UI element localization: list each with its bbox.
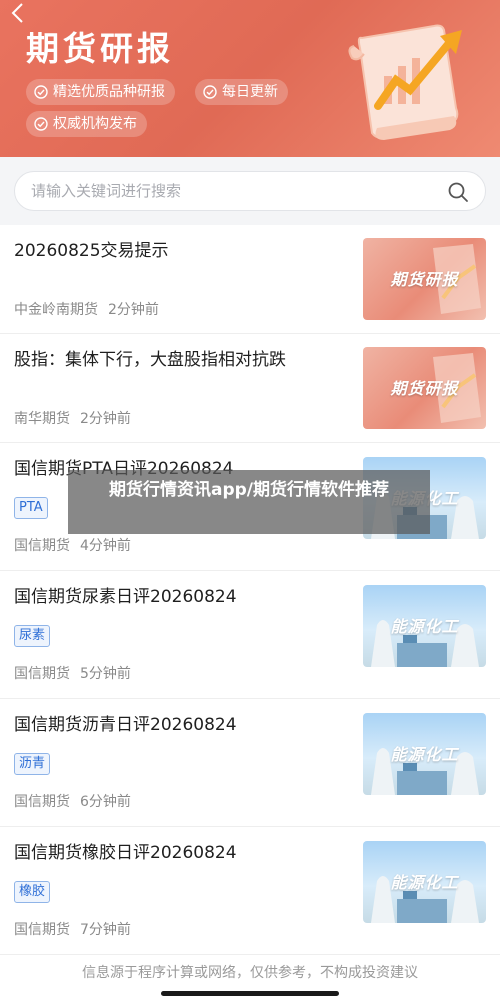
item-thumbnail: 期货研报 xyxy=(363,347,486,429)
list-item[interactable]: 股指：集体下行，大盘股指相对抗跌 南华期货 2分钟前 期货研报 xyxy=(0,334,500,443)
search-input[interactable] xyxy=(31,172,431,210)
item-title: 国信期货沥青日评20260824 xyxy=(14,715,237,735)
item-source: 国信期货 xyxy=(14,666,70,682)
search-icon[interactable] xyxy=(447,181,469,203)
feature-tag-daily: 每日更新 xyxy=(195,79,288,105)
list-item[interactable]: 国信期货橡胶日评20260824 橡胶 国信期货 7分钟前 能源化工 xyxy=(0,827,500,955)
feature-tag-label: 权威机构发布 xyxy=(53,116,137,132)
page-title: 期货研报 xyxy=(26,29,174,68)
item-time: 6分钟前 xyxy=(80,794,131,810)
item-meta: 国信期货 6分钟前 xyxy=(14,791,131,811)
header-banner: 期货研报 精选优质品种研报 每日更新 权威机构发布 xyxy=(0,0,500,157)
item-source: 国信期货 xyxy=(14,922,70,938)
home-indicator[interactable] xyxy=(161,991,339,996)
item-time: 5分钟前 xyxy=(80,666,131,682)
item-meta: 南华期货 2分钟前 xyxy=(14,408,131,428)
thumbnail-label: 能源化工 xyxy=(390,873,459,892)
item-title: 20260825交易提示 xyxy=(14,241,169,261)
feature-tag-selected: 精选优质品种研报 xyxy=(26,79,175,105)
check-circle-icon xyxy=(203,85,217,99)
item-thumbnail: 能源化工 xyxy=(363,585,486,667)
list-item[interactable]: 20260825交易提示 中金岭南期货 2分钟前 期货研报 xyxy=(0,225,500,334)
item-source: 南华期货 xyxy=(14,411,70,427)
item-meta: 中金岭南期货 2分钟前 xyxy=(14,299,159,319)
item-meta: 国信期货 5分钟前 xyxy=(14,663,131,683)
list-item[interactable]: 国信期货尿素日评20260824 尿素 国信期货 5分钟前 能源化工 xyxy=(0,571,500,699)
feature-tag-label: 精选优质品种研报 xyxy=(53,84,165,100)
item-meta: 国信期货 4分钟前 xyxy=(14,535,131,555)
thumbnail-label: 期货研报 xyxy=(390,270,459,289)
item-title: 国信期货尿素日评20260824 xyxy=(14,587,237,607)
check-circle-icon xyxy=(34,117,48,131)
item-category-tag: 尿素 xyxy=(14,625,51,647)
item-time: 7分钟前 xyxy=(80,922,131,938)
search-area xyxy=(0,157,500,225)
item-time: 2分钟前 xyxy=(80,411,131,427)
thumbnail-label: 能源化工 xyxy=(390,617,459,636)
item-time: 2分钟前 xyxy=(108,302,159,318)
item-meta: 国信期货 7分钟前 xyxy=(14,919,131,939)
item-time: 4分钟前 xyxy=(80,538,131,554)
report-chart-illustration-icon xyxy=(348,24,462,140)
item-title: 股指：集体下行，大盘股指相对抗跌 xyxy=(14,350,286,370)
item-category-tag: PTA xyxy=(14,497,48,519)
thumbnail-label: 期货研报 xyxy=(390,379,459,398)
overlay-caption: 期货行情资讯app/期货行情软件推荐 xyxy=(68,470,430,534)
back-arrow-icon[interactable] xyxy=(8,2,30,24)
search-box[interactable] xyxy=(14,171,486,211)
item-source: 国信期货 xyxy=(14,794,70,810)
disclaimer-note: 信息源于程序计算或网络，仅供参考，不构成投资建议 xyxy=(82,965,418,981)
item-category-tag: 沥青 xyxy=(14,753,51,775)
item-thumbnail: 期货研报 xyxy=(363,238,486,320)
thumbnail-label: 能源化工 xyxy=(390,745,459,764)
feature-tag-label: 每日更新 xyxy=(222,84,278,100)
item-source: 国信期货 xyxy=(14,538,70,554)
item-thumbnail: 能源化工 xyxy=(363,713,486,795)
list-item[interactable]: 国信期货沥青日评20260824 沥青 国信期货 6分钟前 能源化工 xyxy=(0,699,500,827)
check-circle-icon xyxy=(34,85,48,99)
item-title: 国信期货橡胶日评20260824 xyxy=(14,843,237,863)
item-category-tag: 橡胶 xyxy=(14,881,51,903)
item-source: 中金岭南期货 xyxy=(14,302,98,318)
feature-tag-authority: 权威机构发布 xyxy=(26,111,147,137)
item-thumbnail: 能源化工 xyxy=(363,841,486,923)
